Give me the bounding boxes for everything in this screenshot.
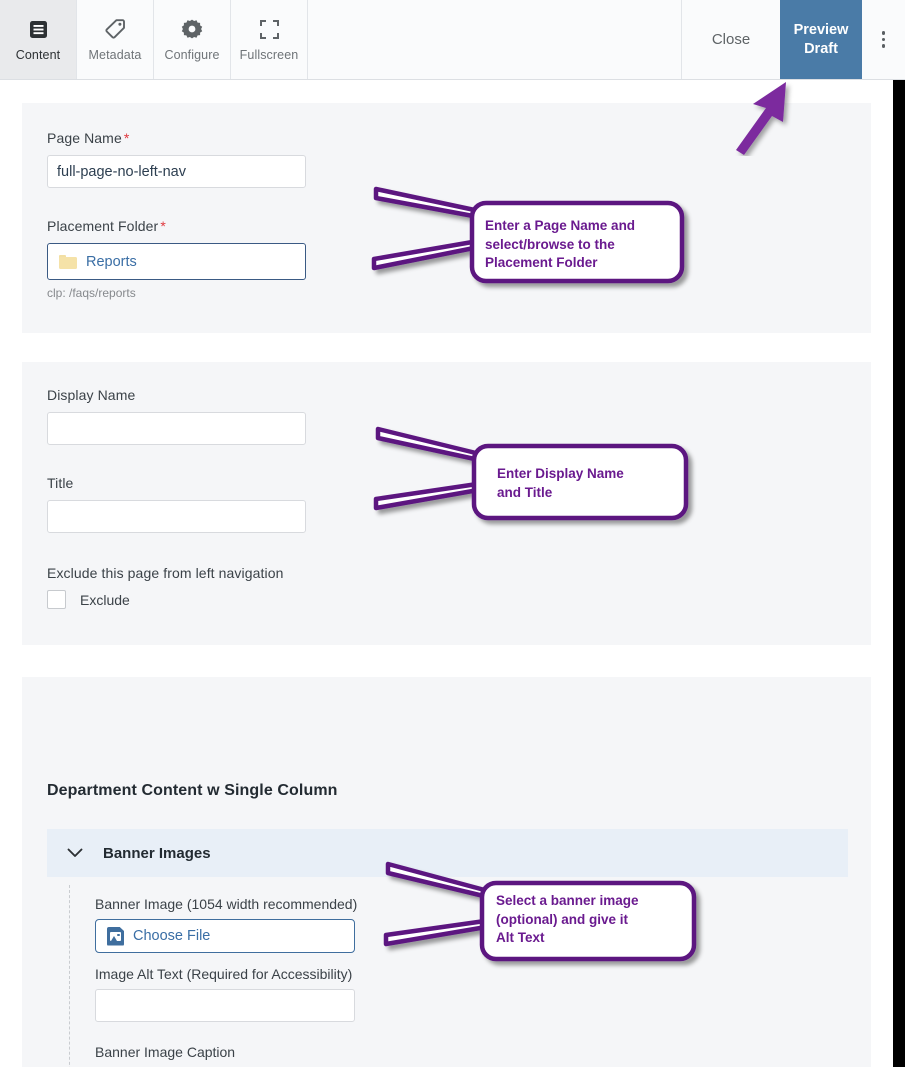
exclude-checkbox-label: Exclude [80, 591, 130, 608]
exclude-description: Exclude this page from left navigation [47, 565, 284, 581]
callout-page-name: Enter a Page Name and select/browse to t… [371, 178, 692, 293]
toolbar-tab-fullscreen[interactable]: Fullscreen [231, 0, 308, 79]
toolbar-tab-metadata-label: Metadata [88, 48, 142, 62]
toolbar-tab-fullscreen-label: Fullscreen [239, 48, 299, 62]
exclude-checkbox[interactable] [47, 590, 66, 609]
callout-banner-image: Select a banner image (optional) and giv… [383, 861, 709, 974]
placement-folder-value: Reports [86, 253, 137, 270]
required-asterisk: * [123, 130, 130, 146]
expand-icon [259, 17, 280, 41]
tag-icon [104, 17, 126, 41]
required-asterisk: * [160, 218, 166, 234]
title-input[interactable] [47, 500, 306, 533]
callout-page-name-text: Enter a Page Name and select/browse to t… [485, 218, 636, 271]
folder-icon [59, 254, 77, 269]
chevron-down-icon [47, 848, 103, 858]
callout-display-name-text: Enter Display Name and Title [497, 466, 624, 500]
toolbar-tab-metadata[interactable]: Metadata [77, 0, 154, 79]
callout-banner-image-text: Select a banner image (optional) and giv… [496, 893, 639, 946]
right-edge-band [893, 80, 905, 1067]
exclude-checkbox-row[interactable]: Exclude [47, 590, 130, 609]
toolbar-tab-configure-label: Configure [164, 48, 220, 62]
editor-toolbar: Content Metadata Configure Fullscreen Cl… [0, 0, 905, 80]
arrow-up-right-icon [736, 82, 786, 155]
display-name-input[interactable] [47, 412, 306, 445]
placement-folder-path: clp: /faqs/reports [47, 286, 136, 300]
department-content-title: Department Content w Single Column [47, 782, 338, 799]
toolbar-tab-configure[interactable]: Configure [154, 0, 231, 79]
choose-file-label: Choose File [133, 928, 211, 944]
display-name-label: Display Name [47, 387, 136, 403]
placement-folder-input[interactable]: Reports [47, 243, 306, 280]
toolbar-tab-content-label: Content [15, 48, 61, 62]
banner-images-accordion-label: Banner Images [103, 844, 211, 862]
gear-icon [181, 17, 203, 41]
more-vertical-icon [881, 30, 886, 50]
document-lines-icon [28, 17, 49, 41]
preview-draft-button[interactable]: Preview Draft [780, 0, 862, 79]
title-label: Title [47, 475, 74, 491]
more-options-button[interactable] [862, 0, 905, 79]
toolbar-spacer [308, 0, 682, 79]
image-alt-text-input[interactable] [95, 989, 355, 1022]
choose-file-button[interactable]: Choose File [95, 919, 355, 953]
close-button[interactable]: Close [682, 0, 780, 79]
image-alt-text-label: Image Alt Text (Required for Accessibili… [95, 966, 353, 982]
page-name-input[interactable]: full-page-no-left-nav [47, 155, 306, 188]
page-name-label-text: Page Name [47, 130, 122, 146]
page-name-label: Page Name * [47, 130, 129, 146]
banner-image-caption-label: Banner Image Caption [95, 1044, 236, 1060]
annotation-arrow-to-preview-draft [728, 78, 798, 161]
placement-folder-label-text: Placement Folder [47, 218, 159, 234]
banner-image-label: Banner Image (1054 width recommended) [95, 896, 358, 912]
image-file-icon [107, 926, 124, 946]
toolbar-tab-content[interactable]: Content [0, 0, 77, 79]
placement-folder-label: Placement Folder * [47, 218, 166, 234]
callout-display-name: Enter Display Name and Title [373, 426, 699, 532]
